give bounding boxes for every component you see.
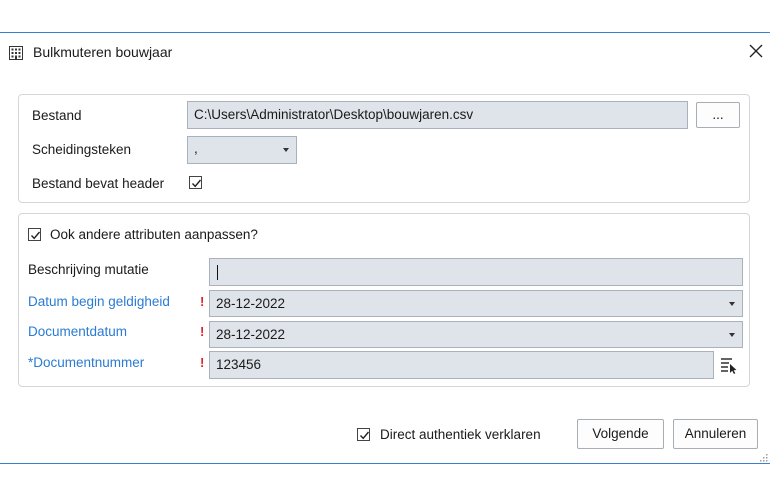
beschrijving-input[interactable] (209, 258, 743, 286)
volgende-label: Volgende (592, 426, 649, 441)
checkmark-icon (359, 431, 370, 440)
annuleren-label: Annuleren (684, 426, 747, 441)
title-separator-top (0, 32, 770, 33)
datum-select[interactable]: 28-12-2022 (209, 290, 743, 317)
header-checkbox[interactable] (189, 176, 202, 189)
bestand-field[interactable]: C:\Users\Administrator\Desktop\bouwjaren… (187, 101, 688, 129)
scheidingsteken-label: Scheidingsteken (32, 142, 132, 157)
annuleren-button[interactable]: Annuleren (673, 419, 758, 449)
andere-attributen-checkbox[interactable] (28, 228, 41, 241)
checkmark-icon (191, 179, 202, 188)
documentdatum-select[interactable]: 28-12-2022 (209, 321, 743, 348)
header-label: Bestand bevat header (32, 176, 165, 191)
required-mark: ! (200, 324, 205, 339)
checkmark-icon (30, 231, 41, 240)
documentdatum-label: Documentdatum (28, 324, 128, 339)
documentdatum-value: 28-12-2022 (216, 327, 286, 342)
dialog-title: Bulkmuteren bouwjaar (33, 44, 173, 60)
authentiek-checkbox[interactable] (357, 428, 370, 441)
datum-label: Datum begin geldigheid (28, 294, 170, 309)
required-mark: ! (200, 355, 205, 370)
footer-separator-bottom (0, 463, 770, 464)
chevron-down-icon (729, 333, 735, 337)
beschrijving-label: Beschrijving mutatie (28, 262, 149, 277)
required-mark: ! (200, 294, 205, 309)
chevron-down-icon (729, 302, 735, 306)
scheidingsteken-select[interactable]: , (187, 136, 297, 164)
text-caret (217, 265, 218, 280)
building-icon (9, 46, 23, 60)
scheidingsteken-value: , (194, 141, 198, 156)
resize-grip-icon[interactable] (759, 453, 768, 462)
andere-attributen-label: Ook andere attributen aanpassen? (50, 227, 258, 242)
datum-value: 28-12-2022 (216, 296, 286, 311)
chevron-down-icon (283, 148, 289, 152)
volgende-button[interactable]: Volgende (577, 419, 664, 449)
browse-button[interactable]: ... (696, 102, 740, 128)
documentnummer-label: *Documentnummer (28, 355, 145, 370)
close-icon[interactable] (745, 40, 767, 62)
documentnummer-input[interactable]: 123456 (209, 351, 714, 379)
bestand-label: Bestand (32, 108, 82, 123)
authentiek-label: Direct authentiek verklaren (380, 427, 541, 442)
list-pick-icon[interactable] (720, 356, 738, 374)
